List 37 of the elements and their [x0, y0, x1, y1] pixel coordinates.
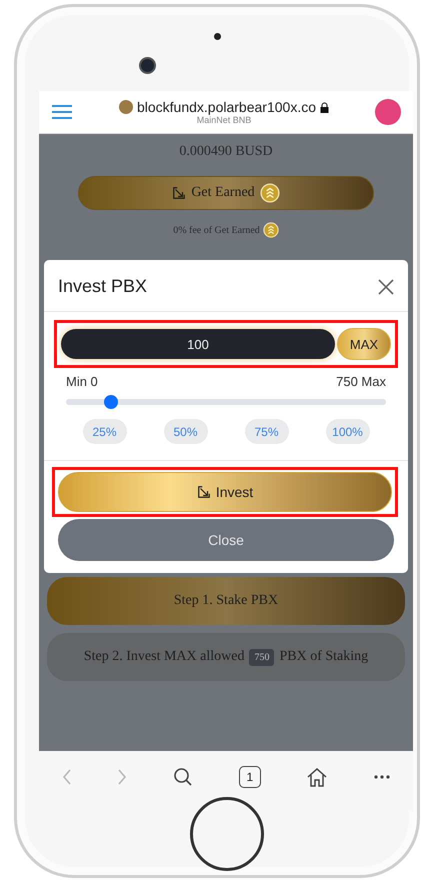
- coin-icon: [260, 183, 280, 203]
- home-button[interactable]: [190, 797, 264, 871]
- amount-field[interactable]: 100: [61, 329, 335, 359]
- max-button[interactable]: MAX: [337, 328, 391, 360]
- close-button[interactable]: Close: [58, 519, 394, 561]
- percent-button[interactable]: 75%: [244, 419, 288, 444]
- amount-badge: 750: [249, 648, 274, 666]
- fee-note: 0% fee of Get Earned: [173, 224, 260, 236]
- camera-lens: [138, 57, 156, 74]
- get-earned-button[interactable]: Get Earned: [78, 176, 374, 210]
- close-icon[interactable]: [378, 278, 394, 294]
- percent-button[interactable]: 50%: [164, 419, 208, 444]
- step-suffix: PBX of Staking: [279, 649, 368, 665]
- min-label: Min 0: [66, 374, 98, 389]
- percent-button[interactable]: 25%: [82, 419, 126, 444]
- home-icon[interactable]: [306, 767, 328, 787]
- arrow-box-icon: [172, 186, 186, 200]
- slider-thumb[interactable]: [104, 395, 118, 409]
- network-label: MainNet BNB: [196, 115, 252, 125]
- step-button[interactable]: Step 1. Stake PBX: [47, 577, 405, 625]
- percent-button[interactable]: 100%: [326, 419, 370, 444]
- max-label: 750 Max: [336, 374, 386, 389]
- menu-icon[interactable]: [51, 104, 73, 120]
- balance-text: 0.000490 BUSD: [179, 144, 273, 160]
- avatar-circle[interactable]: [375, 99, 401, 125]
- address-text[interactable]: blockfundx.polarbear100x.co: [136, 99, 316, 115]
- site-logo-icon: [118, 100, 133, 114]
- lock-icon: [320, 102, 329, 112]
- search-icon[interactable]: [173, 767, 194, 787]
- speaker-dot: [214, 33, 220, 40]
- more-icon[interactable]: [374, 775, 390, 779]
- tabs-button[interactable]: 1: [238, 766, 261, 788]
- dialog-title: Invest PBX: [58, 276, 148, 297]
- coin-icon: [262, 222, 279, 238]
- step-button[interactable]: Step 2. Invest MAX allowed 750 PBX of Staking: [47, 633, 405, 681]
- arrow-box-icon: [196, 485, 211, 499]
- invest-button[interactable]: Invest: [58, 472, 392, 512]
